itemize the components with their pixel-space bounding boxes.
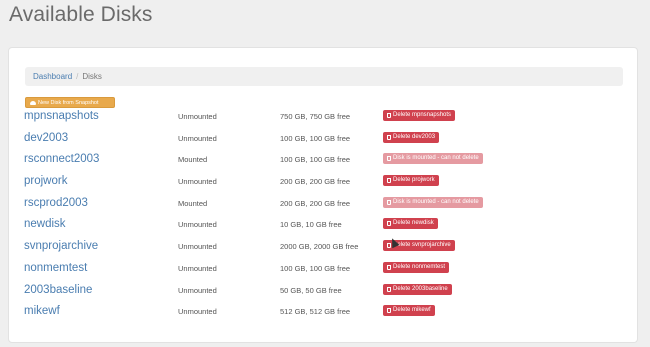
disk-row: 2003baseline Unmounted 50 GB, 50 GB free De… [9, 281, 639, 303]
trash-icon [387, 308, 391, 314]
disk-size: 100 GB, 100 GB free [280, 263, 351, 273]
disk-name-link[interactable]: 2003baseline [24, 284, 92, 296]
delete-button-label: Delete 2003baseline [393, 285, 448, 292]
trash-icon [387, 178, 391, 184]
delete-disabled-button: Disk is mounted - can not delete [383, 196, 483, 208]
disk-size: 200 GB, 200 GB free [280, 198, 351, 208]
disk-status: Unmounted [178, 285, 217, 295]
disk-name-link[interactable]: newdisk [24, 218, 66, 230]
disk-size: 100 GB, 100 GB free [280, 133, 351, 143]
disk-row: rscprod2003 Mounted 200 GB, 200 GB free Dis… [9, 194, 639, 216]
breadcrumb-current: Disks [82, 72, 102, 81]
new-disk-button-label: New Disk from Snapshot [38, 99, 99, 106]
page-title: Available Disks [9, 3, 153, 26]
disk-name-link[interactable]: nonmemtest [24, 262, 87, 274]
disk-size: 10 GB, 10 GB free [280, 220, 342, 230]
delete-button-label: Delete svnprojarchive [393, 242, 451, 249]
trash-icon [387, 134, 391, 140]
disk-row: dev2003 Unmounted 100 GB, 100 GB free Delet… [9, 129, 639, 151]
disk-size: 2000 GB, 2000 GB free [280, 242, 359, 252]
disk-size: 100 GB, 100 GB free [280, 155, 351, 165]
breadcrumb: Dashboard / Disks [25, 67, 623, 86]
delete-disk-button[interactable]: Delete mikewf [383, 305, 435, 317]
breadcrumb-dashboard-link[interactable]: Dashboard [33, 72, 72, 81]
delete-button-label: Disk is mounted - can not delete [393, 198, 479, 205]
disk-row: nonmemtest Unmounted 100 GB, 100 GB free De… [9, 259, 639, 281]
disk-list: mpnsnapshots Unmounted 750 GB, 750 GB free… [9, 107, 639, 324]
delete-button-label: Delete newdisk [393, 220, 434, 227]
disk-row: mikewf Unmounted 512 GB, 512 GB free Delete… [9, 302, 639, 324]
delete-button-label: Delete nonmemtest [393, 263, 446, 270]
disk-status: Unmounted [178, 177, 217, 187]
disk-status: Unmounted [178, 112, 217, 121]
trash-icon [387, 221, 391, 227]
disk-name-link[interactable]: svnprojarchive [24, 240, 98, 252]
disk-row: rsconnect2003 Mounted 100 GB, 100 GB free D… [9, 150, 639, 172]
breadcrumb-separator: / [76, 72, 79, 81]
disks-panel: Dashboard / Disks New Disk from Snapshot m… [8, 47, 638, 343]
disk-status: Mounted [178, 198, 208, 208]
disk-status: Unmounted [178, 220, 217, 230]
disk-status: Unmounted [178, 242, 217, 252]
cloud-upload-icon [30, 100, 36, 105]
delete-button-label: Delete mpnsnapshots [393, 112, 452, 118]
trash-icon [387, 113, 391, 118]
trash-icon [387, 156, 391, 162]
delete-disk-button[interactable]: Delete newdisk [383, 218, 438, 230]
trash-icon [387, 199, 391, 205]
disk-row: newdisk Unmounted 10 GB, 10 GB free Delete … [9, 215, 639, 237]
delete-button-label: Disk is mounted - can not delete [393, 155, 479, 162]
delete-button-label: Delete dev2003 [393, 133, 436, 140]
delete-disk-button[interactable]: Delete 2003baseline [383, 283, 452, 295]
disk-size: 750 GB, 750 GB free [280, 112, 351, 121]
disk-status: Unmounted [178, 133, 217, 143]
delete-button-label: Delete projwork [393, 177, 435, 184]
delete-disk-button[interactable]: Delete nonmemtest [383, 261, 450, 273]
trash-icon [387, 264, 391, 270]
delete-button-label: Delete mikewf [393, 307, 431, 314]
disk-status: Mounted [178, 155, 208, 165]
delete-disk-button[interactable]: Delete mpnsnapshots [383, 110, 456, 121]
disk-row: mpnsnapshots Unmounted 750 GB, 750 GB free… [9, 107, 639, 129]
disk-size: 200 GB, 200 GB free [280, 177, 351, 187]
disk-name-link[interactable]: mikewf [24, 305, 60, 317]
disk-status: Unmounted [178, 307, 217, 317]
disk-name-link[interactable]: rsconnect2003 [24, 153, 99, 165]
disk-name-link[interactable]: rscprod2003 [24, 197, 88, 209]
disk-name-link[interactable]: mpnsnapshots [24, 110, 99, 122]
disk-size: 50 GB, 50 GB free [280, 285, 342, 295]
trash-icon [387, 286, 391, 292]
disk-name-link[interactable]: projwork [24, 175, 67, 187]
disk-row: svnprojarchive Unmounted 2000 GB, 2000 GB … [9, 237, 639, 259]
disk-size: 512 GB, 512 GB free [280, 307, 351, 317]
delete-disk-button[interactable]: Delete projwork [383, 175, 439, 187]
disk-status: Unmounted [178, 263, 217, 273]
disk-name-link[interactable]: dev2003 [24, 132, 68, 144]
delete-disabled-button: Disk is mounted - can not delete [383, 153, 483, 165]
delete-disk-button[interactable]: Delete dev2003 [383, 131, 440, 143]
disk-row: projwork Unmounted 200 GB, 200 GB free Dele… [9, 172, 639, 194]
